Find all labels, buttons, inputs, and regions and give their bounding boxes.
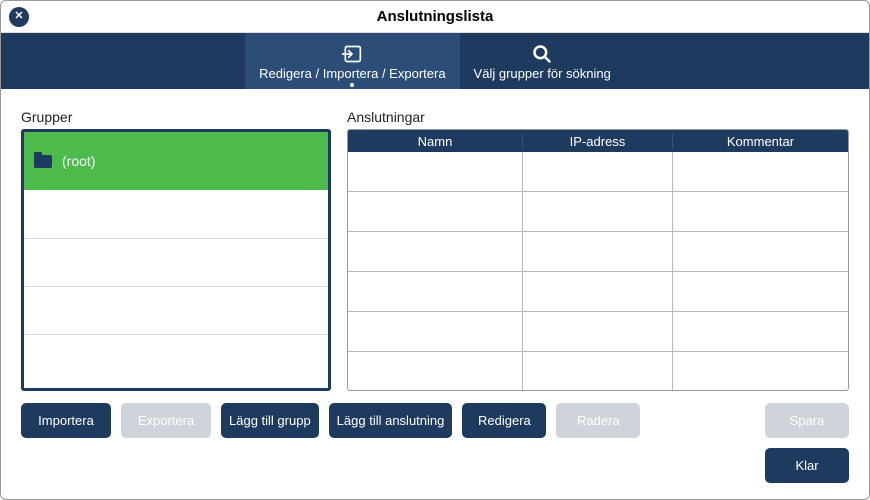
table-row[interactable] bbox=[348, 352, 848, 391]
import-export-icon bbox=[342, 44, 362, 64]
tab-label: Redigera / Importera / Exportera bbox=[259, 66, 445, 81]
import-button[interactable]: Importera bbox=[21, 403, 111, 438]
tab-label: Välj grupper för sökning bbox=[474, 66, 611, 81]
window-title: Anslutningslista bbox=[1, 8, 869, 25]
col-comment[interactable]: Kommentar bbox=[673, 134, 848, 149]
groups-empty-rows bbox=[24, 190, 328, 382]
folder-icon bbox=[34, 155, 52, 168]
table-row[interactable] bbox=[348, 312, 848, 352]
search-icon bbox=[532, 44, 552, 64]
close-button[interactable]: ✕ bbox=[9, 7, 29, 27]
groups-column: Grupper (root) bbox=[21, 109, 331, 391]
col-name[interactable]: Namn bbox=[348, 134, 523, 149]
connections-table: Namn IP-adress Kommentar bbox=[347, 129, 849, 391]
tab-select-groups[interactable]: Välj grupper för sökning bbox=[460, 33, 625, 89]
delete-button: Radera bbox=[556, 403, 640, 438]
groups-panel: (root) bbox=[21, 129, 331, 391]
add-group-button[interactable]: Lägg till grupp bbox=[221, 403, 319, 438]
add-connection-button[interactable]: Lägg till anslutning bbox=[329, 403, 453, 438]
group-item-label: (root) bbox=[62, 153, 95, 169]
bottom-area: Importera Exportera Lägg till grupp Lägg… bbox=[1, 403, 869, 499]
group-item-root[interactable]: (root) bbox=[24, 132, 328, 190]
export-button: Exportera bbox=[121, 403, 211, 438]
tab-edit-import-export[interactable]: Redigera / Importera / Exportera bbox=[245, 33, 459, 89]
save-button: Spara bbox=[765, 403, 849, 438]
titlebar: ✕ Anslutningslista bbox=[1, 1, 869, 33]
connections-column: Anslutningar Namn IP-adress Kommentar bbox=[347, 109, 849, 391]
connections-label: Anslutningar bbox=[347, 109, 849, 125]
content: Grupper (root) Anslutningar Namn bbox=[1, 89, 869, 403]
groups-label: Grupper bbox=[21, 109, 331, 125]
col-ip[interactable]: IP-adress bbox=[523, 134, 673, 149]
done-button[interactable]: Klar bbox=[765, 448, 849, 483]
table-body bbox=[348, 152, 848, 391]
window: ✕ Anslutningslista Redigera / Importera … bbox=[0, 0, 870, 500]
table-row[interactable] bbox=[348, 152, 848, 192]
edit-button[interactable]: Redigera bbox=[462, 403, 546, 438]
table-header: Namn IP-adress Kommentar bbox=[348, 130, 848, 152]
table-row[interactable] bbox=[348, 232, 848, 272]
table-row[interactable] bbox=[348, 272, 848, 312]
table-row[interactable] bbox=[348, 192, 848, 232]
tabbar: Redigera / Importera / Exportera Välj gr… bbox=[1, 33, 869, 89]
close-icon: ✕ bbox=[14, 11, 23, 22]
